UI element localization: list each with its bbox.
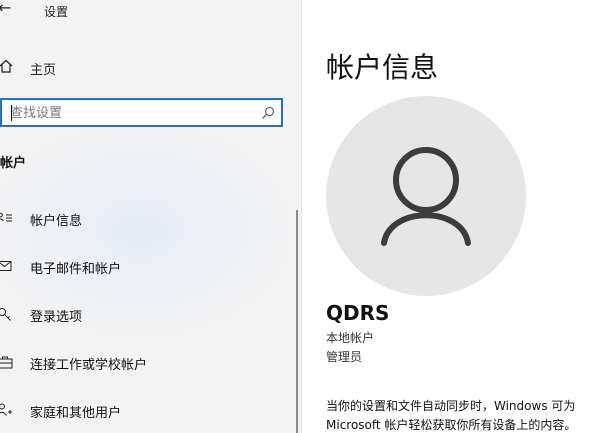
settings-sidebar: ← 设置 主页 帐户 帐户信息 电子邮件和帐户 [0, 0, 302, 433]
search-input[interactable] [10, 103, 260, 123]
sidebar-item-work-school[interactable]: 连接工作或学校帐户 [0, 348, 280, 378]
sidebar-item-label: 家庭和其他用户 [30, 406, 122, 421]
sync-description-line-2: Microsoft 帐户轻松获取你所有设备上的内容。 [326, 418, 577, 432]
home-icon [0, 59, 13, 73]
briefcase-icon [0, 356, 13, 369]
sidebar-item-label: 登录选项 [30, 310, 83, 325]
sync-description: 当你的设置和文件自动同步时，Windows 可为 Microsoft 帐户轻松获… [326, 397, 600, 433]
mail-icon [0, 261, 12, 271]
back-arrow-icon[interactable]: ← [0, 0, 11, 17]
sidebar-item-email-accounts[interactable]: 电子邮件和帐户 [0, 252, 280, 282]
sidebar-item-label: 帐户信息 [30, 214, 83, 229]
sidebar-item-label: 电子邮件和帐户 [30, 262, 122, 277]
search-box[interactable] [0, 98, 283, 127]
avatar[interactable] [326, 96, 526, 296]
sidebar-scrollbar[interactable] [296, 210, 298, 433]
account-info-page: 帐户信息 QDRS 本地帐户 管理员 当你的设置和文件自动同步时，Windows… [302, 0, 600, 433]
sidebar-item-home[interactable]: 主页 [0, 55, 280, 79]
account-role: 管理员 [326, 350, 363, 364]
user-silhouette-icon [381, 147, 471, 246]
sidebar-item-sign-in-options[interactable]: 登录选项 [0, 300, 280, 330]
text-caret [11, 105, 12, 121]
sync-description-line-1: 当你的设置和文件自动同步时，Windows 可为 [326, 399, 576, 413]
section-heading-accounts: 帐户 [0, 156, 27, 171]
page-title: 帐户信息 [326, 51, 439, 84]
title-bar: ← 设置 [0, 0, 301, 24]
person-add-icon [0, 403, 12, 416]
sidebar-item-family-users[interactable]: 家庭和其他用户 [0, 396, 280, 426]
account-type: 本地帐户 [326, 331, 375, 345]
search-icon[interactable] [261, 106, 275, 120]
key-icon [0, 308, 11, 321]
home-label: 主页 [30, 63, 57, 78]
app-title: 设置 [44, 5, 69, 19]
person-card-icon [0, 212, 12, 222]
username: QDRS [326, 301, 390, 325]
sidebar-item-account-info[interactable]: 帐户信息 [0, 204, 280, 234]
sidebar-item-label: 连接工作或学校帐户 [30, 358, 148, 373]
